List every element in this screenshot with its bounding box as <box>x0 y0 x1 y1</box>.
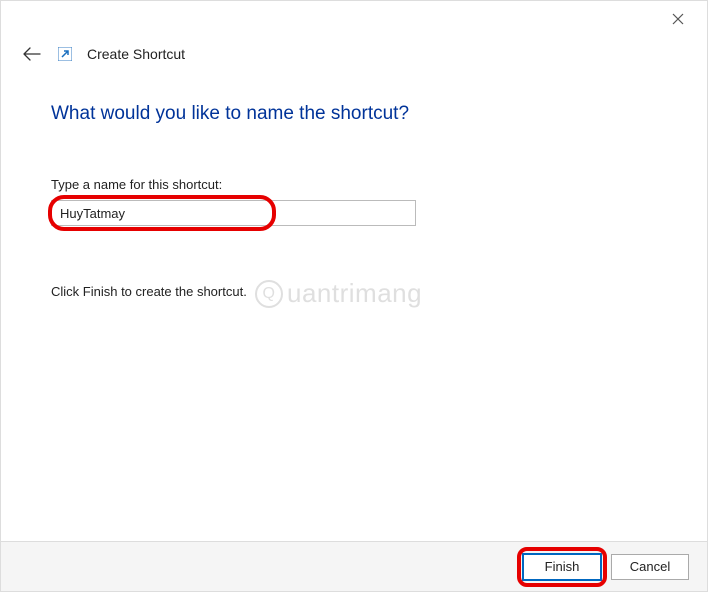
cancel-button[interactable]: Cancel <box>611 554 689 580</box>
create-shortcut-wizard: Create Shortcut What would you like to n… <box>0 0 708 592</box>
finish-wrapper: Finish <box>523 554 601 580</box>
footer-bar: Finish Cancel <box>1 541 707 591</box>
input-wrapper <box>51 200 416 226</box>
shortcut-icon <box>57 46 73 62</box>
finish-button[interactable]: Finish <box>523 554 601 580</box>
shortcut-name-input[interactable] <box>51 200 416 226</box>
back-arrow-icon <box>23 47 41 61</box>
instruction-text: Click Finish to create the shortcut. <box>51 284 657 299</box>
header-row: Create Shortcut <box>1 37 707 75</box>
titlebar <box>1 1 707 37</box>
header-title: Create Shortcut <box>87 46 185 62</box>
back-button[interactable] <box>21 43 43 65</box>
main-heading: What would you like to name the shortcut… <box>51 103 657 125</box>
shortcut-name-label: Type a name for this shortcut: <box>51 177 657 192</box>
close-icon <box>672 13 684 25</box>
close-button[interactable] <box>663 7 693 31</box>
content-area: What would you like to name the shortcut… <box>1 75 707 541</box>
